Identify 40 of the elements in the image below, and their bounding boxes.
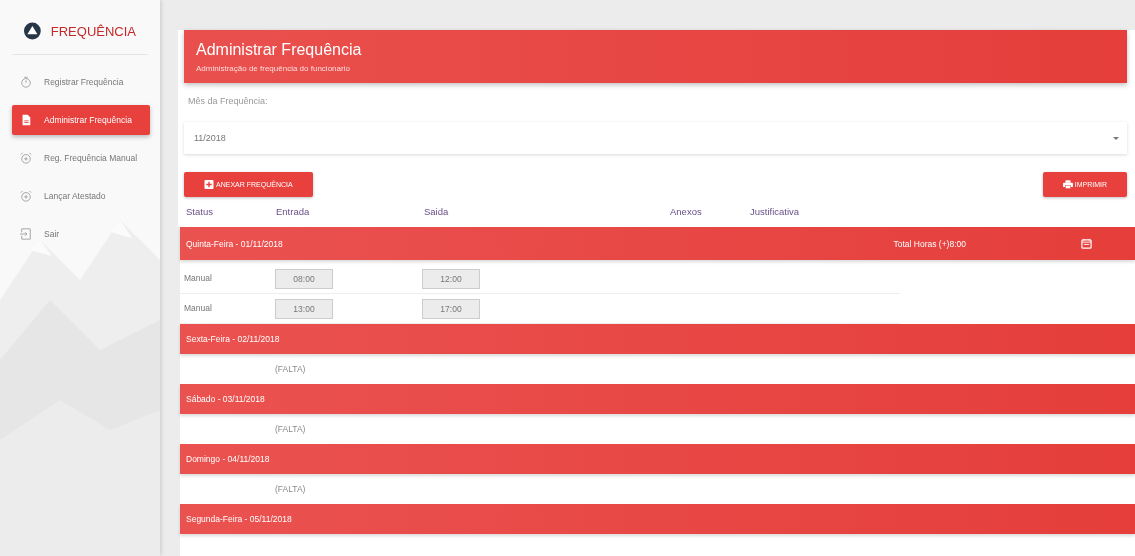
field-label: Mês da Frequência: <box>187 95 269 106</box>
page-subtitle: Administração de frequência do funcionario <box>196 64 351 73</box>
logo-icon <box>24 22 41 40</box>
status-cell: Manual <box>184 303 212 313</box>
alarm-clock-icon <box>20 152 32 164</box>
time-field[interactable]: 17:00 <box>422 299 480 319</box>
column-header: Saida <box>424 206 449 217</box>
add-box-icon <box>204 180 214 189</box>
page-title: Administrar Frequência <box>196 41 363 59</box>
month-select[interactable]: 11/2018 <box>184 122 1127 154</box>
time-field[interactable]: 12:00 <box>422 269 480 289</box>
absence-note: (FALTA) <box>275 424 306 434</box>
sidebar-item[interactable]: Registrar Frequência <box>12 67 150 97</box>
sidebar-item[interactable]: Reg. Frequência Manual <box>12 143 150 173</box>
absence-note: (FALTA) <box>275 484 306 494</box>
day-title: Segunda-Feira - 05/11/2018 <box>186 514 293 524</box>
sidebar-item[interactable]: Administrar Frequência <box>12 105 150 135</box>
time-field[interactable]: 13:00 <box>275 299 333 319</box>
sidebar-item[interactable]: Sair <box>12 219 150 249</box>
stopwatch-icon <box>20 76 32 88</box>
day-title: Quinta-Feira - 01/11/2018 <box>186 238 284 249</box>
printer-icon <box>1062 180 1073 189</box>
caret-icon <box>1113 136 1119 140</box>
column-header: Entrada <box>276 206 310 217</box>
column-header: Status <box>186 206 213 217</box>
time-field[interactable]: 08:00 <box>275 269 333 289</box>
exit-icon <box>20 228 32 240</box>
document-icon <box>20 114 32 126</box>
day-title: Sábado - 03/11/2018 <box>186 394 266 404</box>
column-header: Anexos <box>670 206 702 217</box>
status-cell: Manual <box>184 273 212 283</box>
calendar-icon[interactable] <box>1081 238 1092 249</box>
alarm-clock-icon <box>20 190 32 202</box>
app-title: FREQUÊNCIA <box>50 23 136 39</box>
sidebar-item[interactable]: Lançar Atestado <box>12 181 150 211</box>
day-title: Domingo - 04/11/2018 <box>186 454 271 464</box>
column-header: Justificativa <box>750 206 800 217</box>
day-title: Sexta-Feira - 02/11/2018 <box>186 334 281 344</box>
total-hours: Total Horas (+)8:00 <box>893 238 966 249</box>
absence-note: (FALTA) <box>275 364 306 374</box>
